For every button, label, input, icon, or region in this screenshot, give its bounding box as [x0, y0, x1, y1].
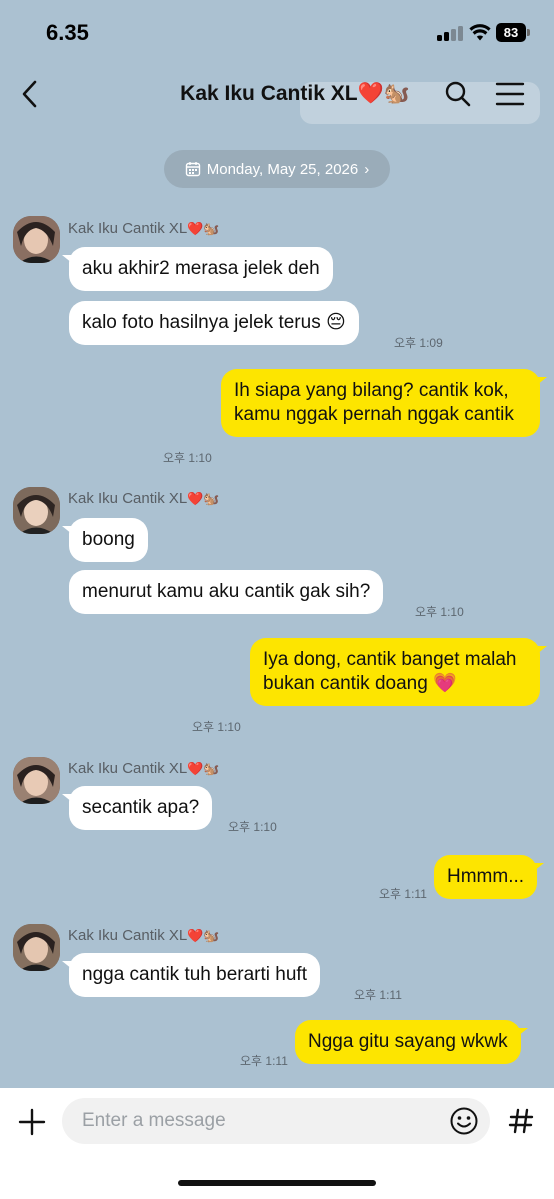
message-time: 오후 1:11: [379, 887, 427, 901]
message-time: 오후 1:09: [394, 336, 443, 350]
plus-icon[interactable]: [14, 1104, 50, 1140]
sender-name: Kak Iku Cantik XL❤️🐿️: [68, 760, 220, 777]
home-indicator: [178, 1180, 376, 1186]
message-composer: [0, 1088, 554, 1199]
message-bubble-incoming[interactable]: secantik apa?: [61, 786, 213, 830]
battery-icon: 83: [496, 23, 530, 42]
chat-header: Kak Iku Cantik XL❤️🐿️: [0, 62, 554, 126]
search-icon[interactable]: [442, 78, 474, 110]
hash-icon[interactable]: [506, 1106, 536, 1136]
calendar-icon: [185, 162, 200, 177]
date-divider[interactable]: Monday, May 25, 2026 ›: [164, 150, 390, 188]
wifi-icon: [469, 24, 491, 41]
date-chevron: ›: [364, 160, 370, 178]
message-time: 오후 1:11: [240, 1054, 288, 1068]
battery-level: 83: [496, 23, 526, 42]
cellular-signal-icon: [437, 25, 463, 41]
message-bubble-outgoing[interactable]: Hmmm...: [434, 855, 545, 899]
message-bubble-outgoing[interactable]: Ih siapa yang bilang? cantik kok, kamu n…: [221, 369, 547, 437]
message-bubble-incoming[interactable]: ngga cantik tuh berarti huft: [62, 953, 320, 997]
sender-name: Kak Iku Cantik XL❤️🐿️: [68, 220, 220, 237]
chat-title[interactable]: Kak Iku Cantik XL❤️🐿️: [150, 82, 440, 106]
emoji-icon[interactable]: [449, 1106, 479, 1136]
message-bubble-incoming[interactable]: menurut kamu aku cantik gak sih?: [69, 570, 384, 614]
message-bubble-outgoing[interactable]: Iya dong, cantik banget malah bukan cant…: [250, 638, 547, 706]
avatar[interactable]: [13, 757, 60, 804]
date-label: Monday, May 25, 2026: [206, 160, 359, 178]
message-input[interactable]: [62, 1098, 490, 1144]
back-button[interactable]: [12, 76, 48, 112]
message-bubble-incoming[interactable]: boong: [62, 518, 148, 562]
sender-name: Kak Iku Cantik XL❤️🐿️: [68, 490, 220, 507]
avatar[interactable]: [13, 216, 60, 263]
message-bubble-outgoing[interactable]: Ngga gitu sayang wkwk: [295, 1020, 528, 1064]
message-time: 오후 1:10: [163, 451, 212, 465]
avatar[interactable]: [13, 487, 60, 534]
status-bar: 6.35 83: [0, 0, 554, 62]
message-bubble-incoming[interactable]: kalo foto hasilnya jelek terus 😔: [69, 301, 359, 345]
status-time: 6.35: [46, 20, 89, 45]
message-time: 오후 1:10: [228, 820, 277, 834]
message-time: 오후 1:10: [415, 605, 464, 619]
message-bubble-incoming[interactable]: aku akhir2 merasa jelek deh: [62, 247, 333, 291]
menu-icon[interactable]: [494, 78, 526, 110]
message-time: 오후 1:10: [192, 720, 241, 734]
avatar[interactable]: [13, 924, 60, 971]
chevron-left-icon: [22, 80, 37, 108]
sender-name: Kak Iku Cantik XL❤️🐿️: [68, 927, 220, 944]
message-time: 오후 1:11: [354, 988, 402, 1002]
